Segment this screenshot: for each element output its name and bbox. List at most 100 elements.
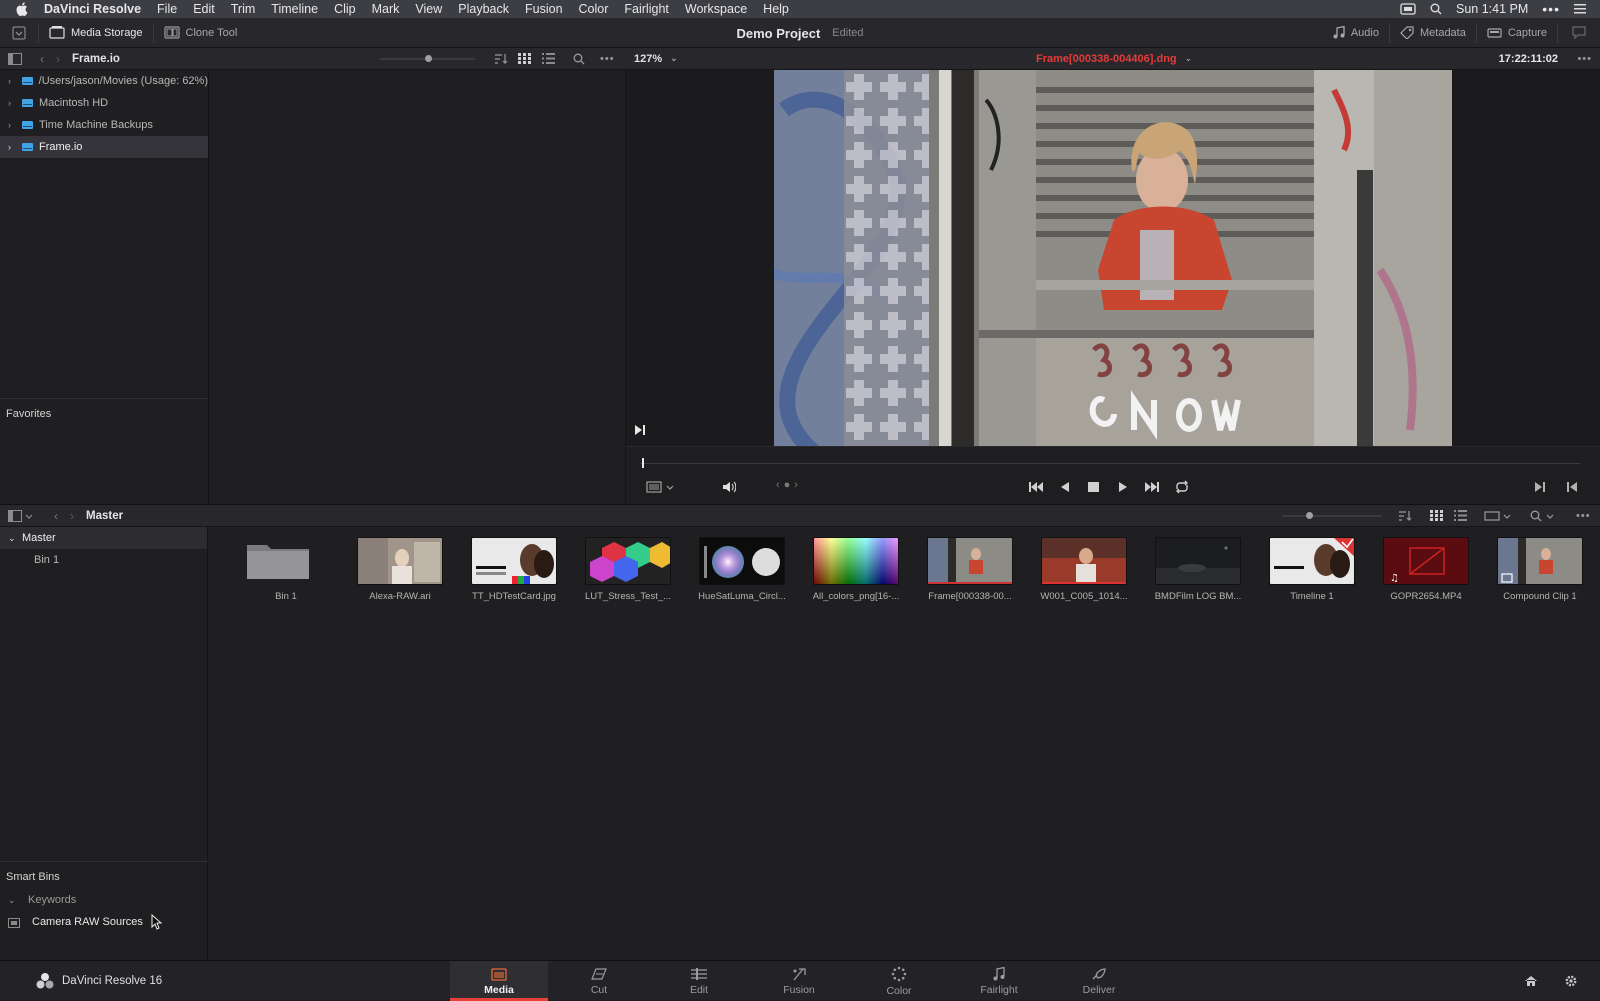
capture-panel-button[interactable]: Capture xyxy=(1477,18,1557,48)
chevron-down-icon[interactable]: ⌄ xyxy=(8,533,16,544)
bin-folder-item[interactable]: Bin 1 xyxy=(242,537,330,602)
menu-clip[interactable]: Clip xyxy=(334,2,356,16)
clip-item[interactable]: HueSatLuma_Circl... xyxy=(698,537,786,602)
menu-color[interactable]: Color xyxy=(579,2,609,16)
storage-item-frameio[interactable]: › Frame.io xyxy=(0,136,208,158)
menu-edit[interactable]: Edit xyxy=(193,2,215,16)
apple-icon[interactable] xyxy=(16,2,32,16)
page-tab-cut[interactable]: Cut xyxy=(550,961,648,1001)
sort-icon[interactable] xyxy=(1398,510,1412,522)
chevron-right-icon[interactable]: › xyxy=(8,142,16,152)
viewer-clip-dropdown[interactable]: Frame[000338-004406].dng ⌄ xyxy=(1036,53,1192,65)
thumbnail-size-slider[interactable] xyxy=(380,55,475,62)
pool-thumbnail-slider[interactable] xyxy=(1282,512,1382,519)
stop-icon[interactable] xyxy=(1088,481,1099,493)
forward-arrow-icon[interactable]: › xyxy=(70,509,74,523)
clip-view-dropdown[interactable] xyxy=(1484,510,1514,522)
media-storage-button[interactable]: Media Storage xyxy=(39,18,153,48)
page-tab-fusion[interactable]: Fusion xyxy=(750,961,848,1001)
grid-view-icon[interactable] xyxy=(1430,510,1443,521)
smart-bin-keywords[interactable]: ⌄ Keywords xyxy=(0,889,208,911)
menubar-clock[interactable]: Sun 1:41 PM xyxy=(1456,2,1528,16)
cast-icon[interactable] xyxy=(1400,3,1416,15)
play-to-end-icon[interactable] xyxy=(634,424,646,436)
storage-item-movies[interactable]: › /Users/jason/Movies (Usage: 62%) xyxy=(0,70,208,92)
menu-timeline[interactable]: Timeline xyxy=(271,2,318,16)
storage-item-time-machine[interactable]: › Time Machine Backups xyxy=(0,114,208,136)
play-icon[interactable] xyxy=(1118,481,1128,493)
menu-help[interactable]: Help xyxy=(763,2,789,16)
slider-handle[interactable] xyxy=(425,55,432,62)
clip-item[interactable]: BMDFilm LOG BM... xyxy=(1154,537,1242,602)
playhead[interactable] xyxy=(642,458,644,468)
back-arrow-icon[interactable]: ‹ xyxy=(40,52,44,66)
viewer-scrubber[interactable]: ‹●› xyxy=(626,446,1600,504)
menu-workspace[interactable]: Workspace xyxy=(685,2,747,16)
clip-item[interactable]: Compound Clip 1 xyxy=(1496,537,1584,602)
scrubber-track[interactable] xyxy=(640,463,1580,464)
clip-item[interactable]: Alexa-RAW.ari xyxy=(356,537,444,602)
mark-out-icon[interactable] xyxy=(1566,481,1578,493)
grid-view-icon[interactable] xyxy=(518,53,531,64)
search-icon[interactable] xyxy=(573,53,585,65)
loop-icon[interactable] xyxy=(1174,480,1190,494)
storage-item-macintosh-hd[interactable]: › Macintosh HD xyxy=(0,92,208,114)
menu-playback[interactable]: Playback xyxy=(458,2,509,16)
menu-file[interactable]: File xyxy=(157,2,177,16)
jump-to-start-icon[interactable] xyxy=(1028,481,1044,493)
menu-fairlight[interactable]: Fairlight xyxy=(624,2,668,16)
more-menu-icon[interactable]: ••• xyxy=(1542,1,1560,17)
chevron-right-icon[interactable]: › xyxy=(8,98,16,108)
jump-to-end-icon[interactable] xyxy=(1144,481,1160,493)
page-tab-media[interactable]: Media xyxy=(450,961,548,1001)
forward-arrow-icon[interactable]: › xyxy=(56,52,60,66)
search-icon[interactable] xyxy=(1530,510,1556,522)
page-tab-edit[interactable]: Edit xyxy=(650,961,748,1001)
clip-item[interactable]: W001_C005_1014... xyxy=(1040,537,1128,602)
clip-item[interactable]: All_colors_png[16-... xyxy=(812,537,900,602)
page-tab-deliver[interactable]: Deliver xyxy=(1050,961,1148,1001)
pool-options-icon[interactable]: ••• xyxy=(1576,510,1591,522)
page-tab-color[interactable]: Color xyxy=(850,961,948,1001)
slider-handle[interactable] xyxy=(1306,512,1313,519)
menu-trim[interactable]: Trim xyxy=(231,2,256,16)
reverse-play-icon[interactable] xyxy=(1060,481,1070,493)
options-more-icon[interactable]: ••• xyxy=(600,53,615,65)
viewer-options-icon[interactable]: ••• xyxy=(1577,53,1592,65)
back-arrow-icon[interactable]: ‹ xyxy=(54,509,58,523)
sidebar-toggle-icon[interactable] xyxy=(8,52,22,65)
bin-list-toggle-icon[interactable] xyxy=(8,509,34,522)
clip-item[interactable]: LUT_Stress_Test_... xyxy=(584,537,672,602)
home-icon[interactable] xyxy=(1524,975,1538,987)
clip-item[interactable]: Frame[000338-00... xyxy=(926,537,1014,602)
sort-icon[interactable] xyxy=(494,53,508,65)
metadata-panel-button[interactable]: Metadata xyxy=(1390,18,1476,48)
viewer-layout-icon[interactable] xyxy=(646,481,676,493)
menu-list-icon[interactable] xyxy=(1574,4,1586,14)
mark-in-icon[interactable] xyxy=(1534,481,1546,493)
bin-master[interactable]: ⌄ Master xyxy=(0,527,207,549)
clip-item[interactable]: TT_HDTestCard.jpg xyxy=(470,537,558,602)
clip-item[interactable]: Timeline 1 xyxy=(1268,537,1356,602)
spotlight-search-icon[interactable] xyxy=(1430,3,1442,15)
list-view-icon[interactable] xyxy=(542,53,555,64)
chevron-right-icon[interactable]: › xyxy=(8,76,16,86)
panel-toggle-button[interactable] xyxy=(0,18,38,48)
smart-bin-camera-raw[interactable]: Camera RAW Sources xyxy=(0,911,208,933)
chevron-right-icon[interactable]: › xyxy=(8,120,16,130)
menu-view[interactable]: View xyxy=(415,2,442,16)
menu-fusion[interactable]: Fusion xyxy=(525,2,563,16)
jog-control[interactable]: ‹●› xyxy=(776,479,802,491)
volume-icon[interactable] xyxy=(722,481,736,493)
list-view-icon[interactable] xyxy=(1454,510,1467,521)
page-tab-fairlight[interactable]: Fairlight xyxy=(950,961,1048,1001)
settings-gear-icon[interactable] xyxy=(1564,974,1578,988)
clone-tool-button[interactable]: Clone Tool xyxy=(154,18,248,48)
inspector-toggle-button[interactable] xyxy=(1558,18,1600,48)
menu-mark[interactable]: Mark xyxy=(372,2,400,16)
bin-item[interactable]: Bin 1 xyxy=(0,549,207,571)
audio-panel-button[interactable]: Audio xyxy=(1323,18,1389,48)
menu-app-name[interactable]: DaVinci Resolve xyxy=(44,2,141,16)
zoom-dropdown[interactable]: 127% ⌄ xyxy=(634,53,678,65)
clip-item[interactable]: ♫ GOPR2654.MP4 xyxy=(1382,537,1470,602)
